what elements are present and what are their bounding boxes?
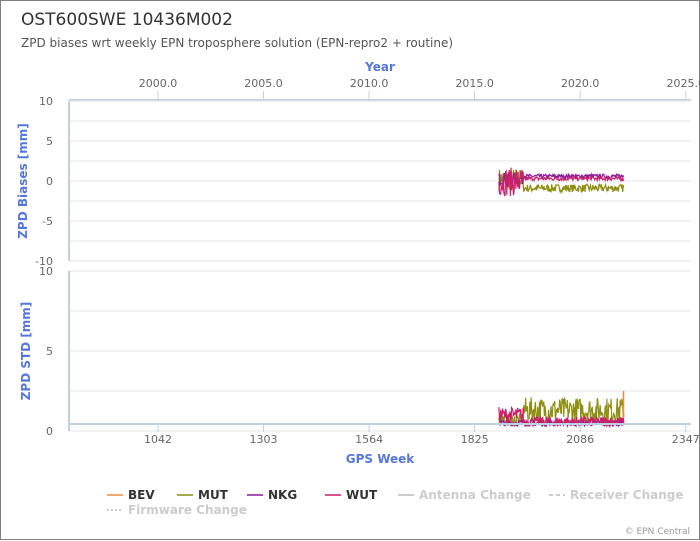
x-tick-label: 1825 [461, 433, 489, 446]
x-tick-label: 1564 [355, 433, 383, 446]
legend-item-antenna-change[interactable]: Antenna Change [398, 488, 531, 502]
y-tick-label: 5 [46, 135, 53, 148]
y-tick-label: 0 [46, 425, 53, 438]
x-tick-label: 1042 [144, 433, 172, 446]
legend-item-nkg[interactable]: NKG [247, 488, 297, 502]
top-tick-label: 2025.0 [666, 77, 700, 90]
credit-text: © EPN Central [625, 527, 690, 537]
std-panel: 10 5 0 1042 1303 1564 1825 2086 2347 [39, 265, 700, 446]
legend-item-bev[interactable]: BEV [107, 488, 155, 502]
top-axis-ticks: 2000.0 2005.0 2010.0 2015.0 2020.0 2025.0 [69, 77, 700, 101]
y-tick-label: 10 [39, 95, 53, 108]
top-tick-label: 2015.0 [455, 77, 494, 90]
bias-panel: 1050-5-10 [35, 95, 691, 268]
x-axis-title: GPS Week [346, 452, 416, 466]
legend-label: Firmware Change [128, 503, 247, 517]
legend-label: MUT [198, 488, 229, 502]
top-tick-label: 2005.0 [244, 77, 283, 90]
legend-label: Receiver Change [570, 488, 684, 502]
legend-item-wut[interactable]: WUT [325, 488, 378, 502]
chart-frame: OST600SWE 10436M002 ZPD biases wrt weekl… [0, 0, 700, 540]
chart-title: OST600SWE 10436M002 [21, 10, 233, 30]
y-tick-label: -5 [42, 215, 53, 228]
legend-item-firmware-change[interactable]: Firmware Change [107, 503, 247, 517]
y-tick-label: 0 [46, 175, 53, 188]
y-axis-title-bias: ZPD Biases [mm] [16, 123, 30, 239]
legend-item-receiver-change[interactable]: Receiver Change [549, 488, 684, 502]
y-tick-label: 5 [46, 345, 53, 358]
y-tick-label: 10 [39, 265, 53, 278]
legend-label: Antenna Change [419, 488, 531, 502]
x-tick-label: 2347 [672, 433, 700, 446]
legend-label: NKG [268, 488, 297, 502]
legend: BEV MUT NKG WUT Antenna Change Receiver Chang… [107, 488, 684, 517]
chart-subtitle: ZPD biases wrt weekly EPN troposphere so… [21, 36, 453, 50]
chart-svg: OST600SWE 10436M002 ZPD biases wrt weekl… [16, 10, 700, 537]
legend-label: BEV [128, 488, 155, 502]
legend-item-mut[interactable]: MUT [177, 488, 229, 502]
top-tick-label: 2000.0 [139, 77, 178, 90]
x-tick-label: 2086 [566, 433, 594, 446]
y-axis-title-std: ZPD STD [mm] [19, 302, 33, 401]
top-tick-label: 2020.0 [561, 77, 600, 90]
top-axis-title: Year [364, 60, 395, 74]
x-tick-label: 1303 [250, 433, 278, 446]
top-tick-label: 2010.0 [350, 77, 389, 90]
legend-label: WUT [346, 488, 378, 502]
